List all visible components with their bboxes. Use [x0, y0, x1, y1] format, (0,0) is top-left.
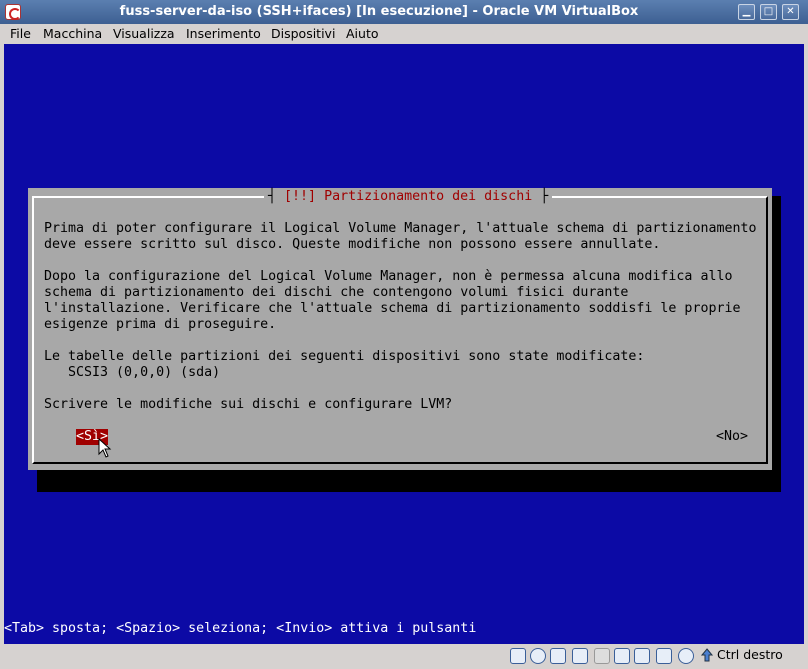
dialog-line: esigenze prima di proseguire. [44, 317, 277, 332]
display-icon[interactable] [634, 648, 650, 664]
menu-file[interactable]: File [10, 26, 31, 41]
vm-screen[interactable]: ┤ [!!] Partizionamento dei dischi ├ Prim… [4, 44, 804, 644]
audio-icon[interactable] [550, 648, 566, 664]
menubar: File Macchina Visualizza Inserimento Dis… [0, 24, 808, 44]
menu-aiuto[interactable]: Aiuto [346, 26, 379, 41]
partition-dialog: ┤ [!!] Partizionamento dei dischi ├ Prim… [28, 188, 772, 470]
dialog-line: deve essere scritto sul disco. Queste mo… [44, 237, 661, 252]
dialog-line: schema di partizionamento dei dischi che… [44, 285, 629, 300]
dialog-line: Prima di poter configurare il Logical Vo… [44, 221, 757, 236]
network-icon[interactable] [572, 648, 588, 664]
video-capture-icon[interactable] [656, 648, 672, 664]
mouse-pointer-icon [98, 438, 112, 458]
menu-dispositivi[interactable]: Dispositivi [271, 26, 335, 41]
keyboard-icon[interactable] [700, 647, 714, 663]
dialog-title-marker: [!!] [284, 189, 317, 204]
menu-inserimento[interactable]: Inserimento [186, 26, 261, 41]
dialog-line: SCSI3 (0,0,0) (sda) [44, 365, 221, 380]
menu-macchina[interactable]: Macchina [43, 26, 102, 41]
hard-disk-icon[interactable] [510, 648, 526, 664]
dialog-title: ┤ [!!] Partizionamento dei dischi ├ [264, 188, 553, 206]
window-title: fuss-server-da-iso (SSH+ifaces) [In esec… [119, 4, 639, 19]
shared-folders-icon[interactable] [614, 648, 630, 664]
maximize-button[interactable]: □ [760, 4, 777, 20]
no-button[interactable]: <No> [716, 429, 748, 445]
dialog-line: Dopo la configurazione del Logical Volum… [44, 269, 733, 284]
statusbar: Ctrl destro [0, 644, 808, 669]
cpu-icon[interactable] [678, 648, 694, 664]
optical-drive-icon[interactable] [530, 648, 546, 664]
virtualbox-app-icon[interactable] [5, 4, 21, 20]
dialog-title-text: Partizionamento dei dischi [324, 189, 533, 204]
usb-icon[interactable] [594, 648, 610, 664]
host-key-label: Ctrl destro [717, 647, 783, 662]
menu-visualizza[interactable]: Visualizza [113, 26, 175, 41]
minimize-button[interactable]: ▁ [738, 4, 755, 20]
dialog-question: Scrivere le modifiche sui dischi e confi… [44, 397, 453, 412]
keyboard-hint-bar: <Tab> sposta; <Spazio> seleziona; <Invio… [4, 621, 477, 636]
close-button[interactable]: ✕ [782, 4, 799, 20]
dialog-line: l'installazione. Verificare che l'attual… [44, 301, 741, 316]
window-titlebar[interactable]: fuss-server-da-iso (SSH+ifaces) [In esec… [0, 0, 808, 24]
dialog-line: Le tabelle delle partizioni dei seguenti… [44, 349, 645, 364]
